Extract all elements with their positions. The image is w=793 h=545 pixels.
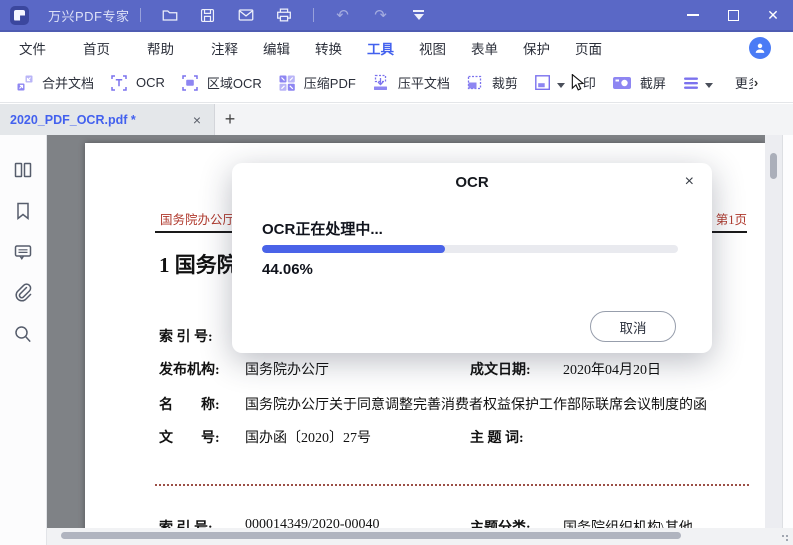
- tab-title: 2020_PDF_OCR.pdf *: [10, 112, 136, 127]
- attachment-icon[interactable]: [11, 281, 35, 305]
- watermark-button[interactable]: 印: [533, 73, 596, 93]
- field-title: 名 称:: [159, 398, 220, 413]
- save-icon[interactable]: [193, 2, 223, 28]
- collapse-toolbar-icon[interactable]: [404, 2, 434, 28]
- field-keywords: 主 题 词:: [470, 431, 524, 446]
- tools-toolbar: 合并文档 OCR 区域OCR 压缩PDF 压平文档 裁剪 印 截屏 更 ›: [0, 63, 793, 103]
- maximize-button[interactable]: [713, 0, 753, 31]
- menu-edit[interactable]: 编辑: [261, 32, 292, 64]
- field-date: 成文日期:: [470, 363, 531, 378]
- ocr-dialog: OCR × OCR正在处理中... 44.06% 取消: [232, 163, 712, 353]
- thumbnails-icon[interactable]: [11, 158, 35, 182]
- menu-help[interactable]: 帮助: [145, 32, 176, 64]
- flatten-document-button[interactable]: 压平文档: [371, 73, 450, 93]
- area-ocr-button[interactable]: 区域OCR: [180, 73, 262, 93]
- mouse-cursor-icon: [571, 74, 585, 91]
- menu-view[interactable]: 视图: [417, 32, 448, 64]
- merge-documents-button[interactable]: 合并文档: [15, 73, 94, 93]
- dialog-title: OCR: [455, 174, 489, 191]
- compress-pdf-label: 压缩PDF: [303, 76, 356, 91]
- new-tab-button[interactable]: +: [215, 104, 245, 135]
- crop-button[interactable]: 裁剪: [465, 73, 518, 93]
- tab-close-icon[interactable]: ×: [190, 112, 204, 128]
- resize-grip[interactable]: [781, 534, 789, 542]
- app-title: 万兴PDF专家: [48, 8, 130, 24]
- divider: [139, 8, 141, 22]
- field-issuer: 发布机构:: [159, 363, 220, 378]
- dialog-close-icon[interactable]: ×: [681, 171, 698, 193]
- redo-icon[interactable]: ↷: [366, 2, 396, 28]
- horizontal-scrollbar[interactable]: [47, 528, 793, 545]
- dotted-separator: [155, 484, 749, 486]
- document-tab[interactable]: 2020_PDF_OCR.pdf * ×: [0, 104, 215, 135]
- app-logo-icon: [10, 5, 29, 25]
- menu-convert[interactable]: 转换: [313, 32, 344, 64]
- chevron-right-icon[interactable]: ›: [754, 75, 758, 90]
- field-docno-value: 国办函〔2020〕27号: [245, 431, 371, 446]
- menu-home[interactable]: 首页: [81, 32, 112, 64]
- page-header-right: 第1页: [715, 213, 747, 227]
- tabbar: 2020_PDF_OCR.pdf * × +: [0, 104, 793, 135]
- field-docno: 文 号:: [159, 431, 220, 446]
- cancel-button[interactable]: 取消: [590, 311, 676, 342]
- vertical-scrollbar[interactable]: [765, 135, 782, 531]
- toolbar-menu-button[interactable]: [681, 73, 713, 93]
- bookmark-icon[interactable]: [11, 199, 35, 223]
- ocr-progress-fill: [262, 245, 446, 253]
- ocr-status-text: OCR正在处理中...: [262, 221, 383, 238]
- ocr-label: OCR: [136, 75, 165, 90]
- titlebar: 万兴PDF专家 ↶ ↷ ✕: [0, 0, 793, 32]
- ocr-button[interactable]: OCR: [109, 73, 165, 93]
- menu-protect[interactable]: 保护: [521, 32, 552, 64]
- left-sidebar: [0, 135, 47, 545]
- menu-comment[interactable]: 注释: [209, 32, 240, 64]
- menu-file[interactable]: 文件: [17, 32, 48, 64]
- screenshot-button[interactable]: 截屏: [611, 73, 666, 93]
- horizontal-scrollbar-thumb[interactable]: [61, 532, 681, 539]
- comment-icon[interactable]: [11, 240, 35, 264]
- crop-label: 裁剪: [491, 76, 518, 91]
- field-title-value: 国务院办公厅关于同意调整完善消费者权益保护工作部际联席会议制度的函: [245, 398, 707, 413]
- window-controls: ✕: [673, 0, 793, 31]
- menu-tools[interactable]: 工具: [365, 32, 396, 66]
- ocr-progress-percent: 44.06%: [262, 261, 313, 278]
- email-icon[interactable]: [231, 2, 261, 28]
- right-panel-strip: [782, 135, 793, 531]
- divider: [312, 8, 314, 22]
- chevron-down-icon[interactable]: [556, 83, 565, 88]
- menu-form[interactable]: 表单: [469, 32, 500, 64]
- field-date-value: 2020年04月20日: [563, 363, 661, 378]
- vertical-scrollbar-thumb[interactable]: [770, 153, 777, 179]
- merge-label: 合并文档: [42, 76, 95, 91]
- app-window: 万兴PDF专家 ↶ ↷ ✕ 文件 首页 帮助 注释 编辑 转换 工具 视图 表单…: [0, 0, 793, 545]
- close-button[interactable]: ✕: [753, 0, 793, 31]
- more-label: 更多: [734, 76, 753, 91]
- chevron-down-icon[interactable]: [704, 83, 713, 88]
- undo-icon[interactable]: ↶: [328, 2, 358, 28]
- menu-page[interactable]: 页面: [573, 32, 604, 64]
- screenshot-label: 截屏: [639, 76, 666, 91]
- field-index-label: 索 引 号:: [159, 330, 213, 345]
- open-file-icon[interactable]: [155, 2, 185, 28]
- print-icon[interactable]: [269, 2, 299, 28]
- area-ocr-label: 区域OCR: [206, 76, 262, 91]
- ocr-progress-bar: [262, 245, 678, 253]
- compress-pdf-button[interactable]: 压缩PDF: [277, 73, 356, 93]
- menubar: 文件 首页 帮助 注释 编辑 转换 工具 视图 表单 保护 页面: [0, 32, 793, 66]
- minimize-button[interactable]: [673, 0, 713, 31]
- user-avatar[interactable]: [749, 36, 771, 59]
- flatten-label: 压平文档: [397, 76, 450, 91]
- more-tools-button[interactable]: 更多 ›: [728, 73, 760, 92]
- search-icon[interactable]: [11, 322, 35, 346]
- document-heading: 1 国务院: [159, 253, 238, 277]
- field-issuer-value: 国务院办公厅: [245, 363, 329, 378]
